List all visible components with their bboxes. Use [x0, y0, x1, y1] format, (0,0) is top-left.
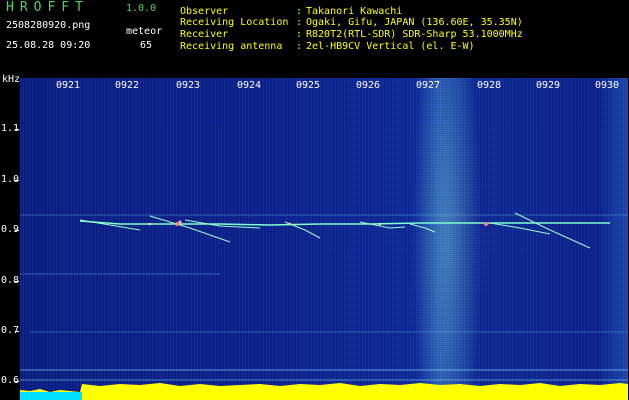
- info-colon: :: [296, 17, 303, 28]
- spectrogram-plot: [20, 78, 628, 400]
- x-tick-label: 0930: [594, 80, 620, 91]
- y-tick: [15, 180, 19, 181]
- x-tick-label: 0926: [355, 80, 381, 91]
- spectrogram-traces: [20, 212, 628, 400]
- y-tick: [15, 129, 19, 130]
- x-tick-label: 0929: [535, 80, 561, 91]
- app-name: HROFFT: [6, 0, 89, 15]
- y-tick: [15, 331, 19, 332]
- meteor-label: meteor: [126, 26, 163, 37]
- y-tick: [15, 381, 19, 382]
- y-axis-unit: kHz: [2, 74, 21, 85]
- info-value-location: Ogaki, Gifu, JAPAN (136.60E, 35.35N): [306, 17, 523, 28]
- x-tick-label: 0924: [236, 80, 262, 91]
- datetime: 25.08.28 09:20: [6, 40, 91, 51]
- y-tick: [15, 281, 19, 282]
- info-label-antenna: Receiving antenna: [180, 41, 283, 52]
- x-tick-label: 0925: [295, 80, 321, 91]
- y-tick: [15, 230, 19, 231]
- info-value-antenna: 2el-HB9CV Vertical (el. E-W): [306, 41, 475, 52]
- x-tick-label: 0921: [55, 80, 81, 91]
- filename: 2508280920.png: [6, 20, 91, 31]
- x-tick-label: 0927: [415, 80, 441, 91]
- app-version: 1.0.0: [126, 3, 157, 14]
- x-tick-label: 0922: [114, 80, 140, 91]
- x-tick-label: 0928: [476, 80, 502, 91]
- info-colon: :: [296, 29, 303, 40]
- hrofft-screen: HROFFT 1.0.0 2508280920.png meteor 25.08…: [0, 0, 629, 400]
- info-colon: :: [296, 41, 303, 52]
- x-tick-label: 0923: [175, 80, 201, 91]
- info-label-location: Receiving Location: [180, 17, 289, 28]
- info-label-receiver: Receiver: [180, 29, 229, 40]
- info-value-receiver: R820T2(RTL-SDR) SDR-Sharp 53.1000MHz: [306, 29, 523, 40]
- meteor-count: 65: [140, 40, 153, 51]
